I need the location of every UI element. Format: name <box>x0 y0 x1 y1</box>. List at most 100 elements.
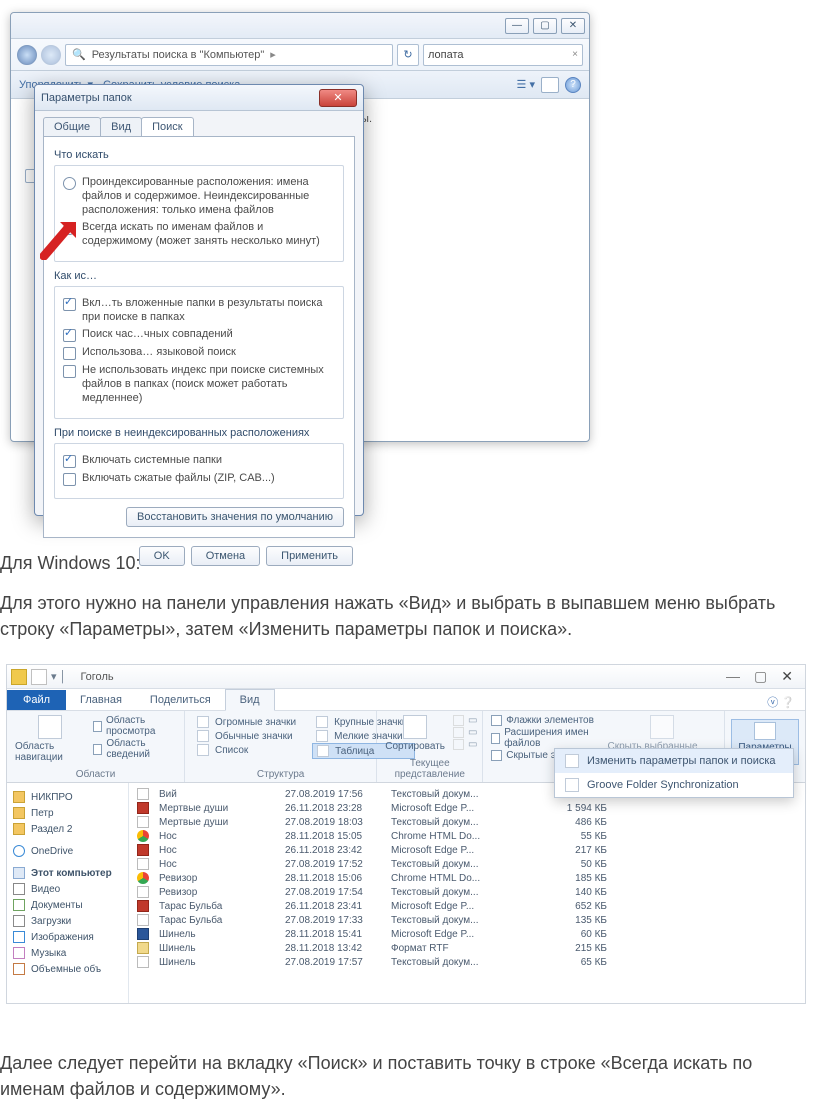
sidebar-item-petr[interactable]: Петр <box>11 805 124 821</box>
file-date: 27.08.2019 18:03 <box>285 817 385 828</box>
chk-partial-matches-label: Поиск час…чных совпадений <box>82 328 233 342</box>
file-row[interactable]: Шинель28.11.2018 13:42Формат RTF215 КБ <box>129 941 805 955</box>
help-corner[interactable]: ⓥ ❔ <box>757 694 805 710</box>
forward-icon[interactable] <box>41 45 61 65</box>
dropdown-groove-sync[interactable]: Groove Folder Synchronization <box>555 773 793 797</box>
radio-always-search-contents-label: Всегда искать по именам файлов и содержи… <box>82 221 335 249</box>
group-what-to-search: Проиндексированные расположения: имена ф… <box>54 165 344 262</box>
file-row[interactable]: Мертвые души26.11.2018 23:28Microsoft Ed… <box>129 801 805 815</box>
dialog-title-text: Параметры папок <box>41 92 132 104</box>
tab-search[interactable]: Поиск <box>141 117 193 136</box>
sidebar-item-thispc[interactable]: Этот компьютер <box>11 865 124 881</box>
layout-list[interactable]: Список <box>193 743 304 757</box>
sidebar-item-music[interactable]: Музыка <box>11 945 124 961</box>
apply-button[interactable]: Применить <box>266 546 353 566</box>
file-row[interactable]: Тарас Бульба26.11.2018 23:41Microsoft Ed… <box>129 899 805 913</box>
file-row[interactable]: Нос27.08.2019 17:52Текстовый докум...50 … <box>129 857 805 871</box>
tab-view[interactable]: Вид <box>225 689 275 711</box>
file-row[interactable]: Тарас Бульба27.08.2019 17:33Текстовый до… <box>129 913 805 927</box>
help-icon[interactable]: ? <box>565 77 581 93</box>
file-name: Мертвые души <box>159 817 279 828</box>
file-type: Текстовый докум... <box>391 789 531 800</box>
file-type-icon <box>137 816 149 828</box>
tab-general[interactable]: Общие <box>43 117 101 136</box>
close-button[interactable]: ✕ <box>781 668 793 685</box>
sidebar-item-documents[interactable]: Документы <box>11 897 124 913</box>
group-how-to-search: Вкл…ть вложенные папки в результаты поис… <box>54 286 344 419</box>
refresh-button[interactable]: ↻ <box>397 44 419 66</box>
min-button[interactable]: — <box>505 18 529 34</box>
search-input[interactable]: лопата × <box>423 44 583 66</box>
tab-share[interactable]: Поделиться <box>136 690 225 710</box>
file-row[interactable]: Шинель28.11.2018 15:41Microsoft Edge P..… <box>129 927 805 941</box>
file-type: Microsoft Edge P... <box>391 803 531 814</box>
tab-view[interactable]: Вид <box>100 117 142 136</box>
layout-normal-icons[interactable]: Обычные значки <box>193 729 304 743</box>
file-type-icon <box>137 830 149 842</box>
dropdown-change-folder-options[interactable]: Изменить параметры папок и поиска <box>555 749 793 773</box>
breadcrumb[interactable]: 🔍 Результаты поиска в "Компьютер" ▸ <box>65 44 393 66</box>
chk-include-subfolders[interactable] <box>63 298 76 311</box>
file-date: 26.11.2018 23:28 <box>285 803 385 814</box>
sort-button[interactable]: Сортировать <box>385 715 445 752</box>
dropdown-item-label: Изменить параметры папок и поиска <box>587 755 776 767</box>
clear-search-icon[interactable]: × <box>572 49 578 60</box>
chk-system-folders[interactable] <box>63 455 76 468</box>
max-button[interactable]: ▢ <box>754 668 767 685</box>
file-size: 652 КБ <box>537 901 607 912</box>
file-row[interactable]: Нос28.11.2018 15:05Chrome HTML Do...55 К… <box>129 829 805 843</box>
chk-item-checkboxes[interactable]: Флажки элементов <box>491 715 599 726</box>
sidebar-item-video[interactable]: Видео <box>11 881 124 897</box>
file-row[interactable]: Ревизор28.11.2018 15:06Chrome HTML Do...… <box>129 871 805 885</box>
file-row[interactable]: Ревизор27.08.2019 17:54Текстовый докум..… <box>129 885 805 899</box>
tab-file[interactable]: Файл <box>7 690 66 710</box>
file-type-icon <box>137 858 149 870</box>
sidebar-item-3dobjects[interactable]: Объемные объ <box>11 961 124 977</box>
back-icon[interactable] <box>17 45 37 65</box>
sidebar-item-images[interactable]: Изображения <box>11 929 124 945</box>
file-row[interactable]: Шинель27.08.2019 17:57Текстовый докум...… <box>129 955 805 969</box>
navigation-pane-button[interactable]: Область навигации <box>15 715 85 763</box>
details-pane-toggle[interactable]: Область сведений <box>93 738 176 760</box>
file-type: Microsoft Edge P... <box>391 845 531 856</box>
restore-defaults-button[interactable]: Восстановить значения по умолчанию <box>126 507 344 527</box>
dialog-buttons: OK Отмена Применить <box>35 546 363 576</box>
preview-pane-toggle[interactable]: Область просмотра <box>93 715 176 737</box>
tab-home[interactable]: Главная <box>66 690 136 710</box>
cancel-button[interactable]: Отмена <box>191 546 260 566</box>
file-row[interactable]: Нос26.11.2018 23:42Microsoft Edge P...21… <box>129 843 805 857</box>
hide-selected-icon <box>650 715 674 739</box>
sidebar: НИКПРО Петр Раздел 2 OneDrive Этот компь… <box>7 783 129 1003</box>
sidebar-item-onedrive[interactable]: OneDrive <box>11 843 124 859</box>
close-button[interactable]: ✕ <box>561 18 585 34</box>
file-date: 28.11.2018 15:06 <box>285 873 385 884</box>
dialog-close-button[interactable]: ✕ <box>319 89 357 107</box>
folder-icon <box>11 669 27 685</box>
sidebar-item-downloads[interactable]: Загрузки <box>11 913 124 929</box>
file-type-icon <box>137 942 149 954</box>
radio-indexed-only[interactable] <box>63 177 76 190</box>
file-size: 135 КБ <box>537 915 607 926</box>
chk-file-extensions[interactable]: Расширения имен файлов <box>491 727 599 749</box>
radio-always-search-contents[interactable] <box>63 222 76 235</box>
quick-access-icon[interactable] <box>31 669 47 685</box>
chk-no-index[interactable] <box>63 365 76 378</box>
section-unindexed: При поиске в неиндексированных расположе… <box>54 427 344 439</box>
search-value: лопата <box>428 49 464 61</box>
layout-huge-icons[interactable]: Огромные значки <box>193 715 304 729</box>
chk-natural-language[interactable] <box>63 347 76 360</box>
view-mode-button[interactable]: ☰ ▾ <box>517 78 535 91</box>
file-list: Вий27.08.2019 17:56Текстовый докум...76 … <box>129 783 805 1003</box>
preview-pane-icon[interactable] <box>541 77 559 93</box>
group-unindexed: Включать системные папки Включать сжатые… <box>54 443 344 499</box>
min-button[interactable]: — <box>726 668 740 685</box>
ok-button[interactable]: OK <box>139 546 185 566</box>
max-button[interactable]: ▢ <box>533 18 557 34</box>
file-name: Вий <box>159 789 279 800</box>
chk-partial-matches[interactable] <box>63 329 76 342</box>
file-type-icon <box>137 802 149 814</box>
sidebar-item-razdel2[interactable]: Раздел 2 <box>11 821 124 837</box>
sidebar-item-nikpro[interactable]: НИКПРО <box>11 789 124 805</box>
file-row[interactable]: Мертвые души27.08.2019 18:03Текстовый до… <box>129 815 805 829</box>
chk-compressed[interactable] <box>63 473 76 486</box>
